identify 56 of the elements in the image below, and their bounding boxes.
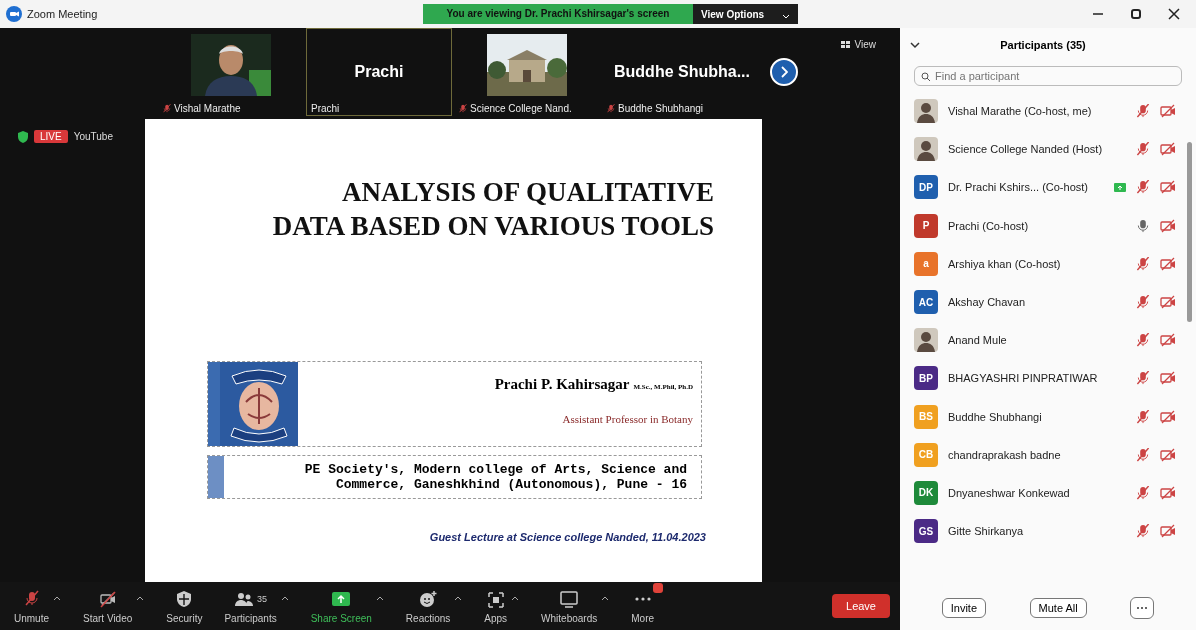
participant-name: Prachi: [354, 63, 404, 81]
slide-title: ANALYSIS OF QUALITATIVE DATA BASED ON VARIOUS TOOLS: [271, 176, 714, 243]
participant-name: Vishal Marathe (Co-host, me): [948, 105, 1093, 118]
tile-label: Buddhe Shubhangi: [618, 103, 704, 114]
toolbar-button[interactable]: Reactions: [405, 588, 451, 624]
video-tile[interactable]: Prachi Prachi: [306, 28, 452, 116]
toolbar-button[interactable]: Whiteboards: [541, 588, 598, 624]
participant-name: Science College Nanded (Host): [948, 143, 1104, 156]
participant-name: BHAGYASHRI PINPRATIWAR: [948, 372, 1099, 385]
participant-name: Buddhe Shubhangi: [948, 410, 1043, 423]
panel-button[interactable]: Mute All: [1029, 598, 1087, 618]
participant-name: Buddhe Shubha...: [614, 63, 750, 81]
leave-button[interactable]: Leave: [832, 594, 890, 618]
avatar: P: [914, 213, 938, 238]
institution-line: Commerce, Ganeshkhind (Autonomous), Pune - 16: [334, 477, 687, 492]
avatar: GS: [914, 519, 938, 544]
participant-name: Dr. Prachi Kshirs... (Co-host): [948, 181, 1089, 194]
stream-service-label: YouTube: [73, 131, 113, 142]
avatar: CB: [914, 442, 938, 467]
participant-name: chandraprakash badne: [948, 448, 1062, 461]
participant-name: Gitte Shirkanya: [948, 525, 1025, 538]
avatar: BS: [914, 404, 938, 429]
view-options-button[interactable]: View Options: [693, 4, 799, 24]
participant-name: Dnyaneshwar Konkewad: [948, 486, 1071, 499]
institution-line: PE Society's, Modern college of Arts, Science and: [303, 462, 687, 477]
avatar: DK: [914, 480, 938, 505]
avatar: a: [914, 251, 938, 276]
toolbar-button[interactable]: Share Screen: [310, 588, 372, 624]
live-badge: LIVE: [34, 130, 68, 143]
sharing-banner: You are viewing Dr. Prachi Kshirsagar's screen: [423, 4, 693, 24]
toolbar-button[interactable]: Security: [166, 588, 203, 624]
participant-name: Akshay Chavan: [948, 296, 1027, 309]
panel-button[interactable]: Invite: [941, 598, 987, 618]
tile-label: Science College Nand.: [470, 103, 572, 114]
participant-name: Anand Mule: [948, 334, 1008, 347]
participant-name: Arshiya khan (Co-host): [948, 257, 1062, 270]
avatar: DP: [914, 175, 938, 200]
toolbar-button[interactable]: 35 Participants: [224, 588, 277, 624]
tile-label: Vishal Marathe: [174, 103, 241, 114]
toolbar-button[interactable]: Apps: [484, 588, 508, 624]
slide-footer: Guest Lecture at Science college Nanded, 11.04.2023: [145, 531, 706, 543]
tile-label: Prachi: [311, 103, 340, 114]
toolbar-button[interactable]: Start Video: [83, 588, 133, 624]
avatar: AC: [914, 290, 938, 315]
participant-count: 35: [257, 593, 268, 604]
avatar: BP: [914, 366, 938, 391]
toolbar-button[interactable]: Unmute: [14, 588, 49, 624]
video-tile[interactable]: Vishal Marathe: [158, 28, 304, 116]
video-tile[interactable]: Science College Nand.: [454, 28, 600, 116]
video-tile[interactable]: Buddhe Shubha... Buddhe Shubhangi: [602, 28, 762, 116]
presenter-position: Assistant Professor in Botany: [561, 413, 693, 425]
panel-title: Participants (35): [999, 39, 1087, 51]
view-button[interactable]: View: [834, 38, 882, 51]
participant-name: Prachi (Co-host): [948, 219, 1030, 232]
window-title: Zoom Meeting: [27, 8, 99, 20]
search-field[interactable]: Find a participant: [914, 66, 1182, 86]
